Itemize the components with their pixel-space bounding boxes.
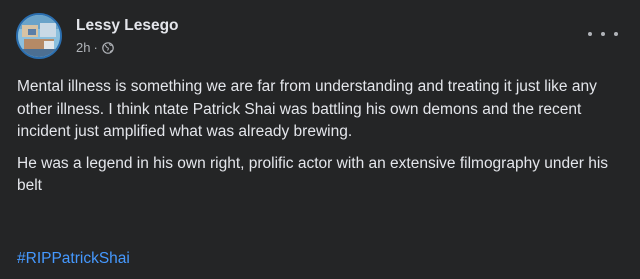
- post-paragraph: Mental illness is something we are far f…: [17, 78, 597, 140]
- author-name[interactable]: Lessy Lesego: [76, 16, 179, 36]
- globe-icon[interactable]: [102, 41, 114, 54]
- avatar-image: [18, 15, 60, 57]
- more-dot: [614, 32, 618, 36]
- facebook-post: Lessy Lesego 2h · Mental illness is some…: [0, 0, 640, 279]
- post-meta: 2h ·: [76, 39, 179, 57]
- more-options-icon[interactable]: [588, 24, 618, 44]
- post-body: Mental illness is something we are far f…: [17, 76, 617, 207]
- more-dot: [601, 32, 605, 36]
- meta-separator: ·: [93, 39, 98, 55]
- more-dot: [588, 32, 592, 36]
- author-avatar[interactable]: [16, 13, 62, 59]
- author-block: Lessy Lesego 2h ·: [76, 16, 179, 57]
- post-paragraph: He was a legend in his own right, prolif…: [17, 154, 609, 195]
- post-header: Lessy Lesego 2h ·: [16, 12, 179, 60]
- post-timestamp[interactable]: 2h: [76, 39, 90, 57]
- hashtag-link[interactable]: #RIPPatrickShai: [17, 249, 130, 269]
